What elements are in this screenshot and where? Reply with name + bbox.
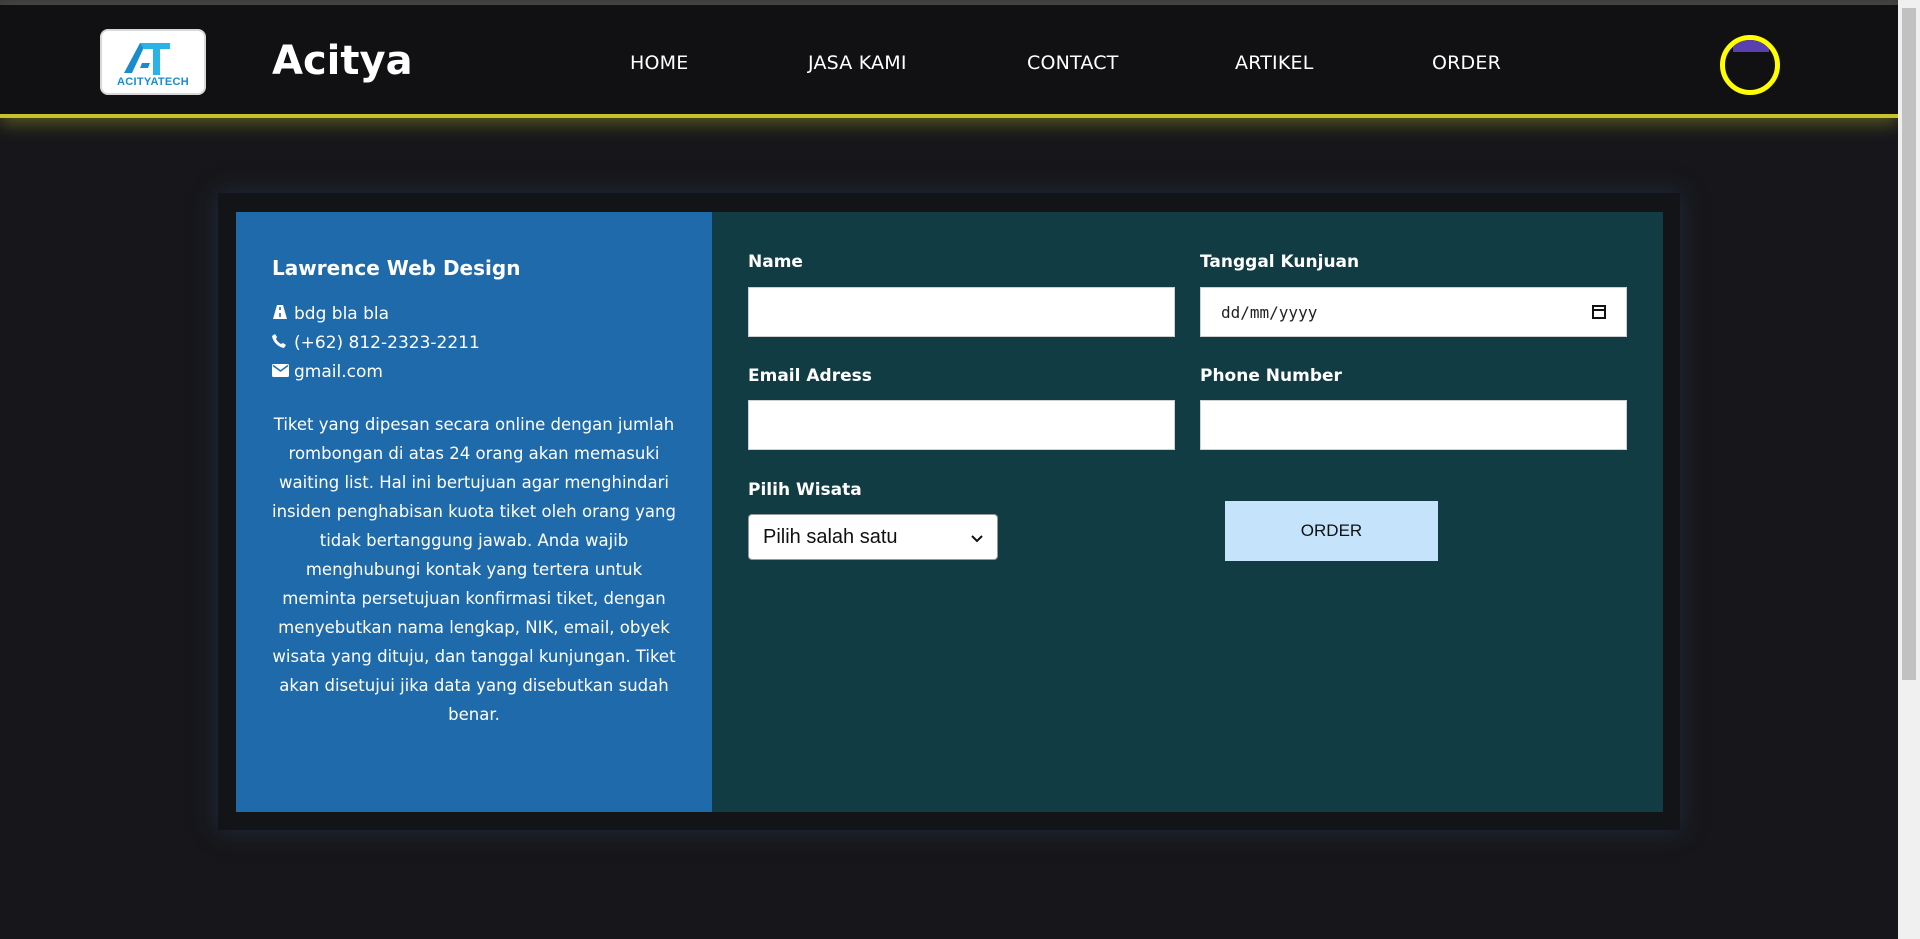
phone-line: (+62) 812-2323-2211: [272, 333, 480, 353]
site-logo[interactable]: ACITYATECH: [100, 29, 206, 95]
address-text: bdg bla bla: [294, 304, 390, 324]
nav-order[interactable]: ORDER: [1432, 52, 1501, 74]
email-input[interactable]: [748, 400, 1175, 450]
phone-icon: [272, 333, 290, 353]
info-panel: Lawrence Web Design bdg bla bla (+62) 81…: [236, 212, 712, 812]
name-input[interactable]: [748, 287, 1175, 337]
address-line: bdg bla bla: [272, 304, 389, 324]
chevron-down-icon: [971, 526, 983, 549]
nav-contact[interactable]: CONTACT: [1027, 52, 1119, 74]
page-scrollbar[interactable]: [1898, 0, 1920, 939]
wisata-selected: Pilih salah satu: [763, 525, 898, 548]
road-icon: [272, 304, 290, 324]
profile-avatar[interactable]: [1720, 35, 1780, 95]
nav-jasa-kami[interactable]: JASA KAMI: [808, 52, 907, 74]
wisata-select[interactable]: Pilih salah satu: [748, 514, 998, 560]
info-description: Tiket yang dipesan secara online dengan …: [272, 415, 676, 724]
envelope-icon: [272, 362, 290, 382]
date-input[interactable]: dd/mm/yyyy: [1200, 287, 1627, 337]
scrollbar-thumb[interactable]: [1902, 8, 1916, 680]
logo-text: ACITYATECH: [116, 76, 190, 88]
phone-text: (+62) 812-2323-2211: [294, 333, 480, 353]
date-label: Tanggal Kunjuan: [1200, 252, 1360, 272]
brand-title: Acitya: [272, 38, 413, 84]
site-header: ACITYATECH Acitya HOME JASA KAMI CONTACT…: [0, 5, 1898, 118]
info-title: Lawrence Web Design: [272, 256, 521, 280]
email-label: Email Adress: [748, 366, 872, 386]
avatar-image: [1733, 40, 1769, 52]
name-label: Name: [748, 252, 803, 272]
phone-input[interactable]: [1200, 400, 1627, 450]
nav-artikel[interactable]: ARTIKEL: [1235, 52, 1313, 74]
wisata-label: Pilih Wisata: [748, 480, 862, 500]
calendar-icon[interactable]: [1592, 305, 1606, 319]
order-button[interactable]: ORDER: [1225, 501, 1438, 561]
email-text: gmail.com: [294, 362, 383, 382]
phone-label: Phone Number: [1200, 366, 1342, 386]
email-line: gmail.com: [272, 362, 383, 382]
date-placeholder: dd/mm/yyyy: [1221, 302, 1318, 322]
logo-mark-icon: [124, 43, 170, 75]
nav-home[interactable]: HOME: [630, 52, 688, 74]
